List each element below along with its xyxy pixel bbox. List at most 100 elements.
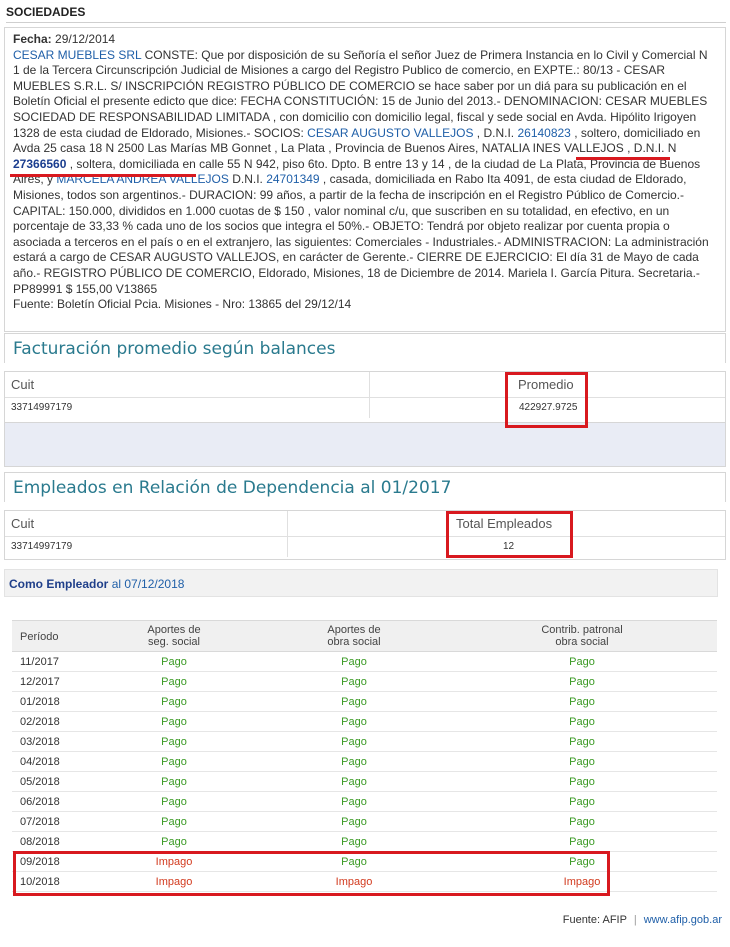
column-divider <box>287 511 288 536</box>
table-row: 03/2018 Pago Pago Pago <box>12 732 717 752</box>
cell-seg-social: Pago <box>161 776 187 788</box>
header-line: Contrib. patronal <box>541 624 623 636</box>
header-line: Aportes de <box>327 624 381 636</box>
table-row: 06/2018 Pago Pago Pago <box>12 792 717 812</box>
edicto-text-part: , D.N.I. N <box>623 141 677 156</box>
edicto-text-part: D.N.I. <box>228 172 267 187</box>
column-divider <box>287 537 288 557</box>
table-row: 11/2017 Pago Pago Pago <box>12 652 717 672</box>
cell-periodo: 05/2018 <box>20 776 60 788</box>
empleados-title: Empleados en Relación de Dependencia al … <box>4 472 726 502</box>
cell-periodo: 03/2018 <box>20 736 60 748</box>
edicto-box: Fecha: 29/12/2014 CESAR MUEBLES SRL CONS… <box>4 27 726 332</box>
socio-natalia: NATALIA INES VALLEJOS <box>481 141 624 156</box>
table-row: 08/2018 Pago Pago Pago <box>12 832 717 852</box>
cell-seg-social: Pago <box>161 796 187 808</box>
highlight-underline-name <box>576 157 670 160</box>
cell-seg-social: Pago <box>161 656 187 668</box>
header-obra-social: Aportes de obra social <box>294 624 414 648</box>
highlight-box-promedio <box>505 372 588 428</box>
cell-obra-social: Pago <box>341 756 367 768</box>
cell-periodo: 12/2017 <box>20 676 60 688</box>
empleador-label: Como Empleador <box>9 577 109 591</box>
cell-obra-social: Pago <box>341 656 367 668</box>
cell-obra-social: Pago <box>341 676 367 688</box>
cell-contrib-patronal: Pago <box>569 776 595 788</box>
empleador-bar: Como Empleador al 07/12/2018 <box>4 569 718 597</box>
highlight-box-empleados <box>446 511 573 558</box>
empleados-header-row: Cuit Total Empleados <box>5 511 725 537</box>
edicto-fuente: Fuente: Boletín Oficial Pcia. Misiones -… <box>13 297 352 312</box>
header-line: obra social <box>555 636 609 648</box>
company-link[interactable]: CESAR MUEBLES SRL <box>13 48 141 62</box>
header-line: obra social <box>327 636 381 648</box>
table-row: 04/2018 Pago Pago Pago <box>12 752 717 772</box>
cell-obra-social: Pago <box>341 796 367 808</box>
edicto-text-part: , casada, domiciliada en Rabo Ita 4091, … <box>13 172 709 296</box>
column-divider <box>369 372 370 397</box>
cell-seg-social: Pago <box>161 716 187 728</box>
cell-obra-social: Pago <box>341 816 367 828</box>
empleador-date: al 07/12/2018 <box>108 577 185 591</box>
edicto-text: CESAR MUEBLES SRL CONSTE: Que por dispos… <box>13 48 717 298</box>
cell-contrib-patronal: Pago <box>569 676 595 688</box>
header-line: seg. social <box>148 636 200 648</box>
cell-periodo: 01/2018 <box>20 696 60 708</box>
cell-periodo: 11/2017 <box>20 656 59 668</box>
facturacion-title: Facturación promedio según balances <box>4 333 726 363</box>
cell-periodo: 04/2018 <box>20 756 60 768</box>
cell-contrib-patronal: Pago <box>569 756 595 768</box>
cell-obra-social: Pago <box>341 776 367 788</box>
cell-periodo: 08/2018 <box>20 836 60 848</box>
header-periodo: Período <box>20 631 59 643</box>
fecha-label: Fecha: <box>13 32 52 46</box>
empleados-table: Cuit Total Empleados 33714997179 12 <box>4 510 726 560</box>
table-row: 33714997179 12 <box>5 537 725 557</box>
footer-separator: | <box>633 914 637 926</box>
facturacion-empty-area <box>4 423 726 467</box>
section-title: SOCIEDADES <box>6 5 86 19</box>
cell-contrib-patronal: Pago <box>569 796 595 808</box>
cell-periodo: 02/2018 <box>20 716 60 728</box>
cell-contrib-patronal: Pago <box>569 656 595 668</box>
table-row: 01/2018 Pago Pago Pago <box>12 692 717 712</box>
section-divider <box>6 22 726 23</box>
highlight-underline-dni <box>10 174 196 177</box>
pagos-header-row: Período Aportes de seg. social Aportes d… <box>12 620 717 652</box>
table-row: 05/2018 Pago Pago Pago <box>12 772 717 792</box>
edicto-fecha: Fecha: 29/12/2014 <box>13 32 717 48</box>
col-cuit: Cuit <box>11 516 35 531</box>
cell-seg-social: Pago <box>161 756 187 768</box>
edicto-text-part: , D.N.I. <box>473 125 518 140</box>
cell-seg-social: Pago <box>161 816 187 828</box>
cell-contrib-patronal: Pago <box>569 836 595 848</box>
afip-link[interactable]: www.afip.gob.ar <box>644 914 722 926</box>
header-seg-social: Aportes de seg. social <box>114 624 234 648</box>
dni-link-2[interactable]: 27366560 <box>13 157 66 171</box>
column-divider <box>369 398 370 418</box>
table-row: 02/2018 Pago Pago Pago <box>12 712 717 732</box>
cell-seg-social: Pago <box>161 676 187 688</box>
footer-fuente: Fuente: AFIP <box>562 914 627 926</box>
col-cuit: Cuit <box>11 377 35 392</box>
socio-link-cesar[interactable]: CESAR AUGUSTO VALLEJOS <box>307 126 473 140</box>
cell-contrib-patronal: Pago <box>569 736 595 748</box>
cell-obra-social: Pago <box>341 716 367 728</box>
dni-link-3[interactable]: 24701349 <box>266 172 319 186</box>
highlight-box-impagos <box>13 851 610 896</box>
table-row: 12/2017 Pago Pago Pago <box>12 672 717 692</box>
footer-source: Fuente: AFIP | www.afip.gob.ar <box>563 914 722 926</box>
cell-obra-social: Pago <box>341 696 367 708</box>
fecha-value: 29/12/2014 <box>55 32 116 46</box>
cell-obra-social: Pago <box>341 836 367 848</box>
header-line: Aportes de <box>147 624 201 636</box>
cell-cuit: 33714997179 <box>11 402 73 413</box>
cell-contrib-patronal: Pago <box>569 696 595 708</box>
dni-link-1[interactable]: 26140823 <box>517 126 570 140</box>
facturacion-table: Cuit Promedio 33714997179 422927.9725 <box>4 371 726 423</box>
cell-contrib-patronal: Pago <box>569 816 595 828</box>
cell-seg-social: Pago <box>161 736 187 748</box>
table-row: 33714997179 422927.9725 <box>5 398 725 418</box>
cell-periodo: 06/2018 <box>20 796 60 808</box>
cell-cuit: 33714997179 <box>11 541 73 552</box>
